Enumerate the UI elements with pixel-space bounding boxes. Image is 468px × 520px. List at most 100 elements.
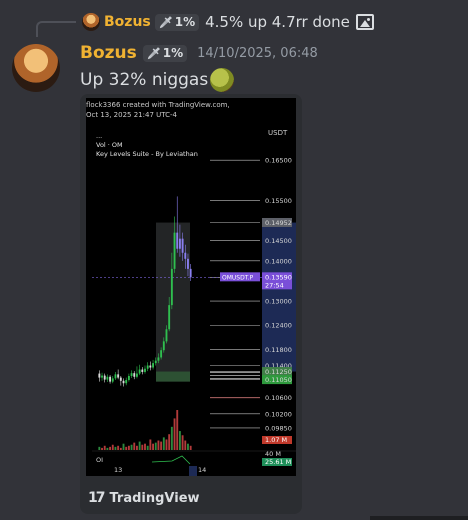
reply-role-tag[interactable]: 🗡 1% — [154, 13, 200, 31]
candle-body — [117, 374, 120, 378]
volume-bar — [187, 443, 189, 450]
volume-bar — [176, 410, 179, 450]
credit-line-2: Oct 13, 2025 21:47 UTC-4 — [86, 111, 177, 119]
volume-bar — [136, 445, 138, 450]
oi-value-current: 25.61 M — [265, 458, 291, 466]
volume-bar — [181, 435, 184, 450]
volume-bar — [127, 445, 130, 450]
x-tick-label: 13 — [114, 466, 122, 474]
symbol-label: OMUSDT.P — [222, 274, 254, 281]
price-tick-label: 0.09850 — [265, 424, 292, 432]
candle-body — [189, 268, 192, 278]
username[interactable]: Bozus — [80, 43, 137, 63]
volume-bar — [154, 442, 157, 450]
image-icon — [355, 14, 374, 30]
countdown-label: 27:54 — [265, 281, 284, 289]
price-tick-label: 0.11250 — [265, 368, 292, 376]
volume-bar — [173, 418, 176, 450]
axis-currency-label: USDT — [268, 129, 288, 137]
volume-label: 1.07 M — [265, 436, 287, 444]
volume-bar — [109, 446, 112, 450]
volume-bar — [157, 440, 160, 450]
tradingview-footer: 17 TradingView — [88, 490, 200, 506]
candle-body — [138, 369, 141, 374]
volume-bar — [152, 443, 154, 450]
volume-bar — [111, 444, 114, 450]
avatar[interactable] — [12, 44, 60, 92]
volume-bar — [165, 439, 168, 450]
price-tick-label: 0.14500 — [265, 237, 292, 245]
tradingview-brand: TradingView — [109, 490, 200, 506]
price-tick-label: 0.16500 — [265, 157, 292, 165]
legend-line: Key Levels Suite - By Leviathan — [96, 150, 198, 158]
volume-bar — [114, 446, 117, 450]
candle-body — [122, 380, 125, 384]
role-tag[interactable]: 🗡 1% — [142, 44, 188, 62]
price-tick-label: 0.11050 — [265, 376, 292, 384]
legend-line: Vol · OM — [96, 141, 123, 149]
volume-bar — [119, 447, 122, 450]
candle-body — [160, 350, 163, 358]
candle-body — [111, 378, 114, 382]
candle-body — [127, 375, 130, 381]
candle-body — [154, 360, 157, 364]
volume-bar — [98, 446, 101, 450]
candle-body — [101, 375, 103, 378]
volume-bar — [117, 445, 120, 450]
candle-body — [170, 268, 173, 306]
message-content: Up 32% niggas — [80, 68, 235, 92]
candle-body — [178, 238, 181, 249]
entry-zone-box — [156, 371, 190, 382]
volume-bar — [184, 440, 187, 450]
volume-bar — [178, 431, 181, 450]
volume-bar — [170, 426, 173, 450]
last-price-label: 0.13590 — [265, 273, 292, 281]
chart-screenshot[interactable]: flock3366 created with TradingView.com, … — [86, 98, 296, 476]
reply-tag-label: 1% — [174, 15, 196, 29]
bottom-divider — [370, 516, 468, 520]
price-tick-label: 0.14000 — [265, 257, 292, 265]
price-tick-label: 0.15500 — [265, 197, 292, 205]
candle-body — [165, 329, 168, 342]
reply-preview[interactable]: Bozus 🗡 1% 4.5% up 4.7rr done — [82, 11, 374, 33]
volume-bar — [162, 437, 165, 450]
candle-body — [119, 377, 122, 381]
volume-bar — [168, 434, 171, 450]
volume-bar — [149, 439, 152, 450]
x-tick-label: 14 — [198, 466, 206, 474]
candle-body — [152, 363, 154, 368]
price-tick-label: 0.10600 — [265, 394, 292, 402]
volume-bar — [103, 445, 106, 450]
oi-label: OI — [96, 456, 103, 464]
price-tick-label: 0.12400 — [265, 322, 292, 330]
volume-bar — [138, 441, 141, 450]
credit-line-1: flock3366 created with TradingView.com, — [86, 101, 230, 109]
chart-credit: flock3366 created with TradingView.com, … — [86, 100, 230, 120]
candle-body — [103, 375, 106, 380]
oi-value-high: 40 M — [265, 450, 281, 458]
volume-bar — [130, 444, 133, 450]
candle-body — [109, 376, 112, 382]
reply-avatar[interactable] — [82, 13, 100, 31]
volume-bar — [144, 443, 146, 450]
reply-username[interactable]: Bozus — [104, 14, 151, 30]
image-attachment[interactable]: flock3366 created with TradingView.com, … — [80, 94, 302, 514]
candle-body — [168, 305, 171, 330]
timestamp: 14/10/2025, 06:48 — [197, 45, 318, 61]
candle-body — [98, 373, 101, 378]
candle-body — [114, 374, 117, 379]
message-header: Bozus 🗡 1% 14/10/2025, 06:48 — [80, 43, 318, 63]
candle-body — [162, 341, 165, 351]
volume-bar — [146, 445, 149, 450]
price-tick-label: 0.11800 — [265, 346, 292, 354]
reply-text[interactable]: 4.5% up 4.7rr done — [205, 13, 350, 31]
candle-body — [176, 232, 179, 249]
sword-icon: 🗡 — [146, 46, 161, 60]
price-tick-label: 0.13000 — [265, 298, 292, 306]
price-chart: USDT...Vol · OMKey Levels Suite - By Lev… — [92, 129, 296, 476]
candle-body — [157, 357, 160, 361]
candle-body — [144, 368, 146, 372]
candle-body — [184, 252, 187, 259]
volume-bar — [133, 442, 136, 450]
candle-body — [141, 369, 144, 372]
